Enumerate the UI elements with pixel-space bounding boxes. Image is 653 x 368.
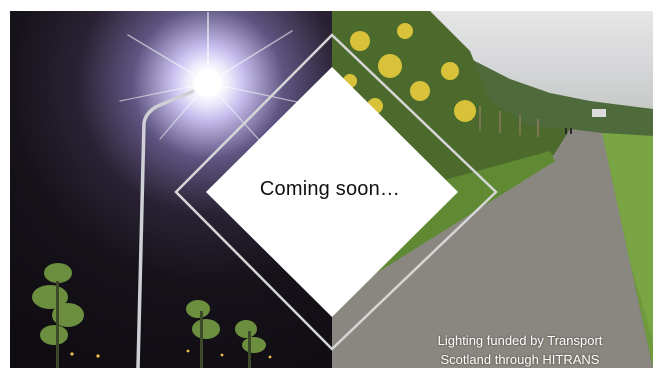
- town-lights: [70, 349, 272, 359]
- distant-building: [592, 109, 606, 117]
- funding-caption: Lighting funded by Transport Scotland th…: [400, 331, 640, 368]
- funding-caption-line-1: Lighting funded by Transport: [437, 333, 603, 348]
- night-trees: [32, 263, 266, 368]
- hero-banner: Coming soon… Lighting funded by Transpor…: [10, 11, 653, 368]
- funding-caption-line-2: Scotland through HITRANS: [440, 352, 600, 367]
- lamp-light: [194, 69, 222, 97]
- coming-soon-heading: Coming soon…: [259, 178, 401, 200]
